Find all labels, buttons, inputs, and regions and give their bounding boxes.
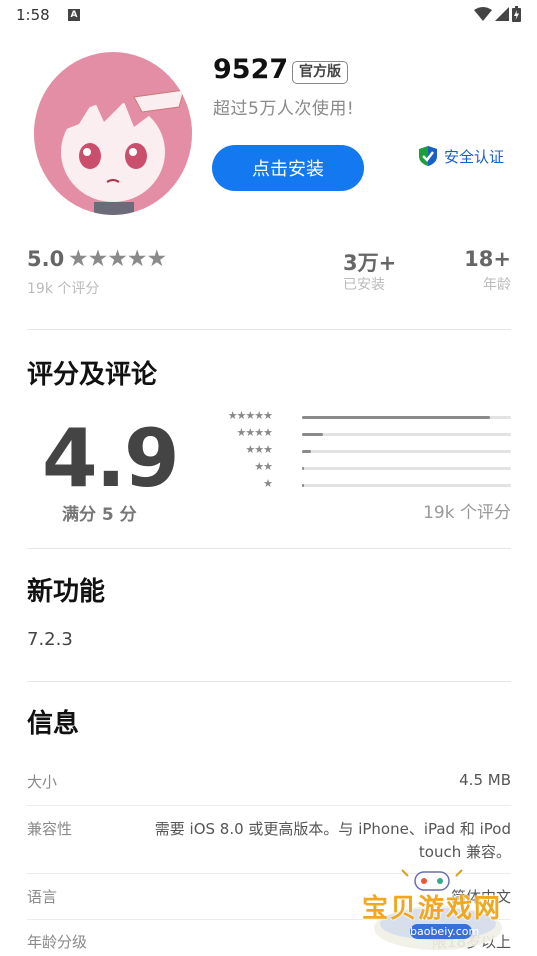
age-label: 年龄 (483, 277, 511, 293)
hist-stars-4: ★★★★ (236, 426, 273, 439)
hist-bar-4 (302, 433, 511, 436)
app-name: 9527 (213, 54, 289, 85)
watermark-text: 宝贝游戏网 (362, 894, 503, 924)
hist-fill-3 (302, 450, 312, 453)
rating-count: 19k 个评分 (27, 281, 100, 297)
hist-bar-1 (302, 484, 511, 487)
official-badge: 官方版 (292, 61, 348, 84)
watermark: 宝贝游戏网 baobeiy.com (360, 866, 510, 956)
notification-icon: A (68, 9, 80, 21)
info-value-compat-2: touch 兼容。 (418, 843, 511, 861)
hist-stars-2: ★★ (254, 460, 273, 473)
installs-value: 3万+ (343, 251, 397, 275)
watermark-url: baobeiy.com (410, 924, 480, 939)
installs-label: 已安装 (343, 277, 385, 293)
info-label-compat: 兼容性 (27, 820, 73, 838)
info-label-language: 语言 (27, 888, 58, 906)
divider (27, 681, 511, 682)
rating-stars: ★★★★★ (68, 246, 167, 272)
hist-fill-5 (302, 416, 491, 419)
rating-value: 5.0 (27, 247, 65, 271)
app-subtitle: 超过5万人次使用! (213, 99, 355, 119)
signal-icon (495, 7, 509, 21)
hist-fill-1 (302, 484, 305, 487)
install-button[interactable]: 点击安装 (212, 145, 364, 191)
hist-fill-2 (302, 467, 305, 470)
hist-stars-3: ★★★ (245, 443, 273, 456)
safety-certification[interactable]: 安全认证 (418, 145, 504, 167)
info-label-age: 年龄分级 (27, 933, 88, 951)
divider (27, 548, 511, 549)
status-time: 1:58 (16, 6, 50, 24)
hist-bar-2 (302, 467, 511, 470)
reviews-title: 评分及评论 (27, 360, 158, 390)
shield-icon (419, 146, 437, 166)
info-label-size: 大小 (27, 773, 58, 791)
hist-stars-1: ★ (263, 477, 273, 490)
out-of-label: 满分 5 分 (62, 505, 137, 525)
wifi-icon (474, 7, 492, 21)
review-count: 19k 个评分 (423, 503, 511, 523)
version-number: 7.2.3 (27, 629, 73, 650)
status-icons (474, 6, 521, 22)
hist-stars-5: ★★★★★ (227, 409, 273, 422)
battery-icon (512, 6, 521, 22)
hist-bar-5 (302, 416, 511, 419)
age-value: 18+ (464, 247, 511, 271)
app-icon (34, 52, 192, 215)
hist-bar-3 (302, 450, 511, 453)
info-value-compat: 需要 iOS 8.0 或更高版本。与 iPhone、iPad 和 iPod (154, 820, 511, 838)
average-score: 4.9 (42, 412, 180, 505)
info-value-size: 4.5 MB (459, 771, 511, 789)
safety-label: 安全认证 (444, 147, 505, 166)
info-title: 信息 (27, 709, 80, 739)
whats-new-title: 新功能 (27, 577, 106, 607)
hist-fill-4 (302, 433, 323, 436)
divider (27, 329, 511, 330)
row-divider (27, 805, 511, 806)
